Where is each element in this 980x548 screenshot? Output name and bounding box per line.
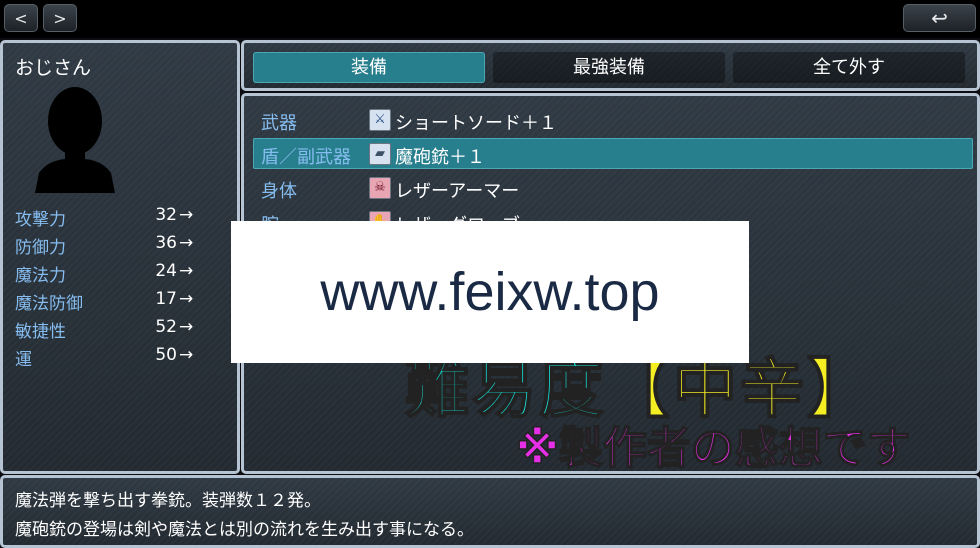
param-value: 50 [155, 345, 177, 365]
sword-icon: ⚔ [369, 109, 391, 131]
status-window: おじさん 攻撃力 32 → 防御力 36 → 魔法力 24 → 魔法防御 17 → 敏捷性 52 → 運 50 → [0, 40, 240, 474]
item-name: 魔砲銃＋１ [395, 147, 485, 168]
param-name: 魔法防御 [15, 294, 83, 314]
prev-actor-button[interactable]: < [4, 4, 38, 32]
item-name: ショートソード＋１ [395, 113, 557, 134]
actor-silhouette-portrait [35, 87, 115, 193]
param-row: 魔法力 24 → [15, 261, 195, 289]
equip-slot-row[interactable]: 盾／副武器 ▰ 魔砲銃＋１ [253, 138, 973, 169]
param-value: 32 [155, 205, 177, 225]
equip-slot-row[interactable]: 身体 ☠ レザーアーマー [253, 172, 973, 203]
command-clear[interactable]: 全て外す [733, 52, 965, 83]
param-value: 52 [155, 317, 177, 337]
command-window: 装備 最強装備 全て外す [241, 40, 980, 91]
actor-name: おじさん [15, 57, 92, 79]
param-name: 防御力 [15, 238, 66, 258]
help-line-1: 魔法弾を撃ち出す拳銃。装弾数１２発。 [15, 491, 321, 511]
param-value: 17 [155, 289, 177, 309]
command-equip[interactable]: 装備 [253, 52, 485, 83]
help-line-2: 魔砲銃の登場は剣や魔法とは別の流れを生み出す事になる。 [15, 520, 474, 540]
item-name: レザーアーマー [395, 181, 520, 202]
param-row: 魔法防御 17 → [15, 289, 195, 317]
arrow-right-icon: → [179, 233, 194, 253]
param-value: 36 [155, 233, 177, 253]
param-row: 攻撃力 32 → [15, 205, 195, 233]
slot-name: 盾／副武器 [261, 147, 351, 168]
command-optimize[interactable]: 最強装備 [493, 52, 725, 83]
watermark-banner: www.feixw.top [231, 221, 749, 363]
next-actor-button[interactable]: > [43, 4, 77, 32]
arrow-right-icon: → [179, 345, 194, 365]
param-row: 運 50 → [15, 345, 195, 373]
param-name: 攻撃力 [15, 210, 66, 230]
param-row: 防御力 36 → [15, 233, 195, 261]
back-button[interactable]: ↩ [903, 4, 976, 32]
help-window: 魔法弾を撃ち出す拳銃。装弾数１２発。 魔砲銃の登場は剣や魔法とは別の流れを生み出… [0, 475, 980, 548]
param-name: 敏捷性 [15, 322, 66, 342]
arrow-right-icon: → [179, 289, 194, 309]
param-value: 24 [155, 261, 177, 281]
armor-icon: ☠ [369, 177, 391, 199]
arrow-right-icon: → [179, 205, 194, 225]
param-name: 運 [15, 350, 32, 370]
slot-name: 武器 [261, 113, 297, 134]
top-bar: < > ↩ [0, 0, 980, 38]
arrow-right-icon: → [179, 261, 194, 281]
return-icon: ↩ [931, 6, 948, 30]
equip-slot-row[interactable]: 武器 ⚔ ショートソード＋１ [253, 104, 973, 135]
creator-impression-note: ※製作者の感想です [515, 422, 911, 475]
param-name: 魔法力 [15, 266, 66, 286]
gun-icon: ▰ [369, 143, 391, 165]
param-row: 敏捷性 52 → [15, 317, 195, 345]
arrow-right-icon: → [179, 317, 194, 337]
slot-name: 身体 [261, 181, 297, 202]
